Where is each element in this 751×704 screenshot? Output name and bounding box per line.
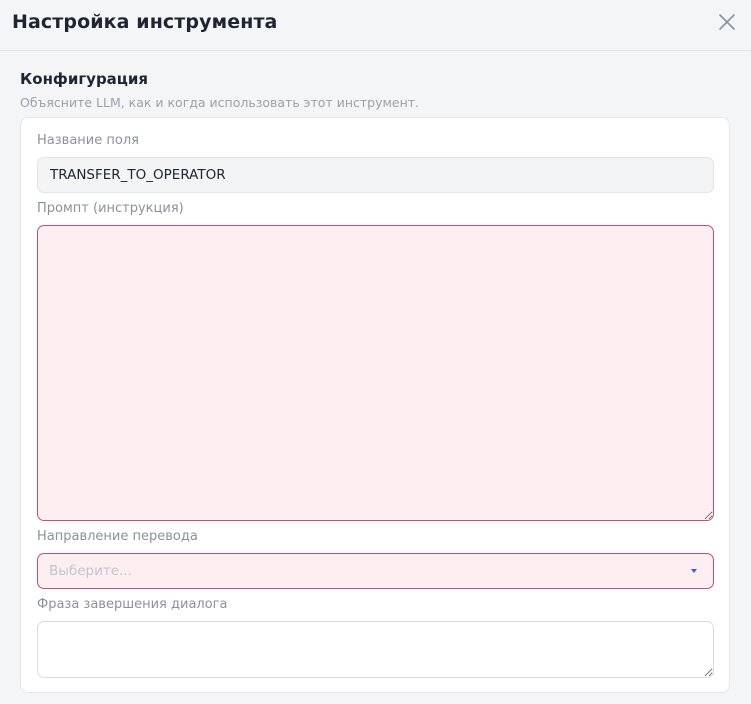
section-subtitle: Объясните LLM, как и когда использовать …	[20, 95, 420, 110]
section-title: Конфигурация	[20, 70, 149, 88]
direction-label: Направление перевода	[37, 529, 198, 544]
direction-select-placeholder: Выберите...	[49, 563, 132, 579]
end-phrase-textarea[interactable]	[37, 621, 714, 678]
close-icon	[719, 14, 735, 30]
direction-select[interactable]: Выберите...	[37, 553, 714, 589]
tool-settings-dialog: Настройка инструмента Конфигурация Объяс…	[0, 0, 751, 704]
field-name-label: Название поля	[37, 133, 139, 148]
prompt-label: Промпт (инструкция)	[37, 201, 184, 216]
dialog-title: Настройка инструмента	[12, 11, 278, 33]
close-button[interactable]	[717, 12, 737, 32]
end-phrase-label: Фраза завершения диалога	[37, 597, 228, 612]
dialog-header: Настройка инструмента	[0, 0, 751, 51]
prompt-textarea[interactable]	[37, 225, 714, 521]
field-name-input[interactable]	[37, 157, 714, 193]
caret-down-icon	[690, 568, 698, 574]
